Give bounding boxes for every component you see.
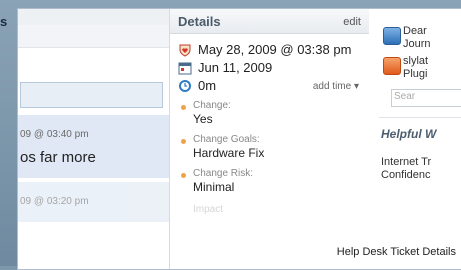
heart-shield-icon: [179, 44, 191, 57]
chevron-down-icon: ▾: [353, 81, 359, 92]
image-caption: Help Desk Ticket Details: [336, 246, 456, 258]
bullet-icon: [181, 173, 186, 178]
list-item[interactable]: 09 @ 03:20 pm: [18, 182, 169, 222]
time-spent: 0m: [198, 78, 217, 93]
helpful-link-line: Internet Tr: [381, 156, 432, 168]
created-date: May 28, 2009 @ 03:38 pm: [198, 42, 352, 57]
right-item-line: Plugi: [403, 68, 428, 80]
change-goals-value: Hardware Fix: [193, 146, 265, 160]
message-timestamp: 09 @ 03:20 pm: [20, 196, 89, 207]
app-window: 09 @ 03:40 pm os far more 09 @ 03:20 pm …: [17, 8, 461, 270]
message-list-pane: 09 @ 03:40 pm os far more 09 @ 03:20 pm: [18, 9, 169, 269]
bullet-icon: [181, 139, 186, 144]
calendar-icon: [178, 62, 192, 74]
due-date: Jun 11, 2009: [198, 60, 273, 75]
change-label: Change:: [193, 100, 231, 111]
time-spent-row: 0m: [178, 78, 216, 93]
list-item[interactable]: 09 @ 03:40 pm os far more: [18, 115, 169, 178]
change-risk-label: Change Risk:: [193, 168, 254, 179]
app-blue-icon: [383, 27, 401, 45]
message-filter-input[interactable]: [20, 82, 163, 108]
change-goals-label: Change Goals:: [193, 134, 260, 145]
right-panel: Dear Journ slylat Plugi Sear Helpful W I…: [369, 9, 461, 269]
right-item-text[interactable]: Dear Journ: [403, 25, 431, 51]
details-header: Details edit: [170, 9, 369, 34]
details-title: Details: [178, 14, 221, 29]
right-item-line: slylat: [403, 55, 429, 67]
helpful-link[interactable]: Internet Tr Confidenc: [381, 156, 431, 182]
left-toolbar: [18, 9, 169, 26]
change-value: Yes: [193, 112, 213, 126]
divider: [379, 117, 461, 118]
right-item-line: Dear: [403, 25, 427, 37]
message-timestamp: 09 @ 03:40 pm: [20, 129, 89, 140]
right-search-placeholder: Sear: [394, 91, 416, 102]
left-subbar: [18, 25, 169, 48]
message-snippet: os far more: [20, 149, 96, 166]
impact-label: Impact: [193, 204, 224, 215]
add-time-button[interactable]: add time ▾: [313, 81, 359, 92]
due-date-row: Jun 11, 2009: [178, 60, 272, 75]
bullet-icon: [181, 105, 186, 110]
add-time-label: add time: [312, 81, 352, 92]
right-item-text[interactable]: slylat Plugi: [403, 55, 428, 81]
right-item-line: Journ: [403, 38, 431, 50]
sidebar-title: s: [0, 14, 8, 29]
helpful-heading: Helpful W: [381, 127, 437, 141]
change-risk-value: Minimal: [193, 180, 235, 194]
edit-link[interactable]: edit: [343, 16, 361, 28]
details-panel: Details edit May 28, 2009 @ 03:38 pm Jun…: [169, 9, 370, 269]
helpful-link-line: Confidenc: [381, 169, 431, 181]
created-date-row: May 28, 2009 @ 03:38 pm: [178, 42, 351, 57]
app-orange-icon: [383, 57, 401, 75]
clock-icon: [179, 79, 191, 92]
